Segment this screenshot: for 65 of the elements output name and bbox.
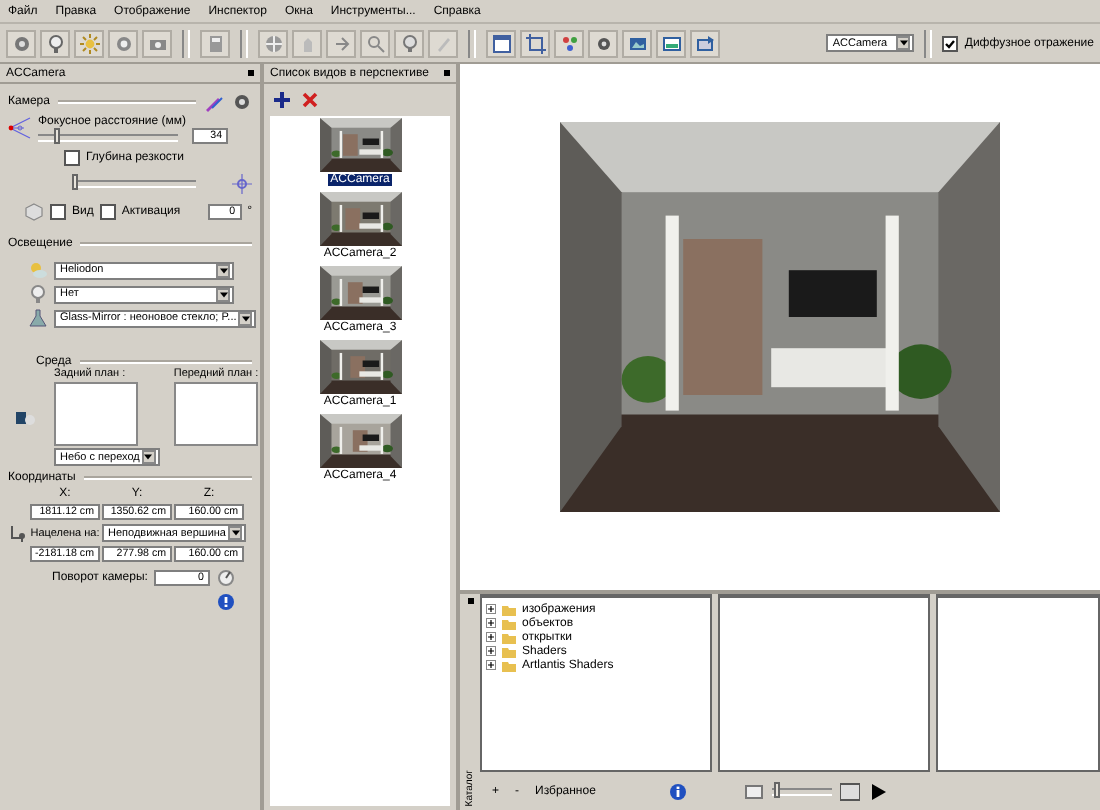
toolbar-button[interactable]	[690, 29, 720, 57]
checkmark-icon	[944, 37, 957, 49]
toolbar-button[interactable]	[520, 29, 550, 57]
slider[interactable]	[72, 180, 196, 188]
image-icon	[695, 33, 715, 53]
crop-icon	[525, 33, 545, 53]
bulb-icon	[45, 33, 65, 53]
large-thumbnail-icon[interactable]	[839, 781, 860, 801]
toolbar-button[interactable]	[142, 29, 172, 57]
toolbar-button[interactable]	[6, 29, 36, 57]
image-icon	[627, 33, 647, 53]
caret-icon	[899, 40, 908, 46]
slider-thumb[interactable]	[774, 781, 781, 797]
slider-thumb[interactable]	[54, 127, 61, 143]
small-thumbnail-icon[interactable]	[743, 781, 764, 801]
caret-icon	[219, 291, 227, 297]
caret-icon	[144, 454, 153, 460]
toolbar-button[interactable]	[394, 29, 424, 57]
environment-icon	[16, 408, 36, 428]
arrow-icon	[331, 33, 351, 53]
bulb-icon	[28, 284, 48, 304]
foreground-list[interactable]	[174, 382, 258, 446]
expand-icon[interactable]	[486, 618, 496, 628]
magnifier-icon	[365, 33, 385, 53]
delete-icon[interactable]	[300, 90, 320, 110]
caret-icon	[241, 315, 250, 321]
target-icon	[232, 174, 252, 194]
window-icon	[491, 33, 511, 53]
cube-icon	[24, 202, 44, 222]
caret-icon	[219, 267, 227, 273]
flask-icon	[28, 308, 48, 328]
slider[interactable]	[38, 133, 178, 141]
slider-thumb[interactable]	[72, 174, 78, 190]
rotate-icon[interactable]	[215, 568, 236, 588]
expand-icon[interactable]	[486, 632, 496, 642]
calculator-icon	[205, 33, 225, 53]
image-icon	[661, 33, 681, 53]
toolbar-button[interactable]	[108, 29, 138, 57]
toolbar-button[interactable]	[656, 29, 686, 57]
toolbar-button[interactable]	[622, 29, 652, 57]
expand-icon[interactable]	[486, 646, 496, 656]
bulb-icon	[399, 33, 419, 53]
sun-icon	[79, 33, 99, 53]
expand-icon[interactable]	[486, 660, 496, 670]
camera-view-icon	[8, 116, 32, 140]
caret-icon	[231, 530, 239, 536]
checkbox[interactable]	[64, 150, 80, 166]
background-list[interactable]	[54, 382, 138, 446]
plus-icon[interactable]	[272, 90, 292, 110]
pencil-icon[interactable]	[204, 92, 224, 112]
checkbox[interactable]	[99, 204, 116, 220]
toolbar-button[interactable]	[554, 29, 584, 57]
close-icon[interactable]	[467, 598, 473, 604]
help-icon[interactable]	[216, 592, 236, 612]
toolbar-button[interactable]	[588, 29, 618, 57]
sun-cloud-icon	[28, 260, 48, 280]
toolbar-button[interactable]	[40, 29, 70, 57]
toolbar-button[interactable]	[486, 29, 516, 57]
play-icon[interactable]	[867, 781, 888, 801]
expand-icon[interactable]	[486, 604, 496, 614]
info-icon[interactable]	[667, 781, 688, 801]
checkbox[interactable]	[50, 204, 66, 220]
checkbox[interactable]	[942, 35, 959, 51]
slider[interactable]	[771, 787, 832, 795]
palette-icon	[559, 33, 579, 53]
